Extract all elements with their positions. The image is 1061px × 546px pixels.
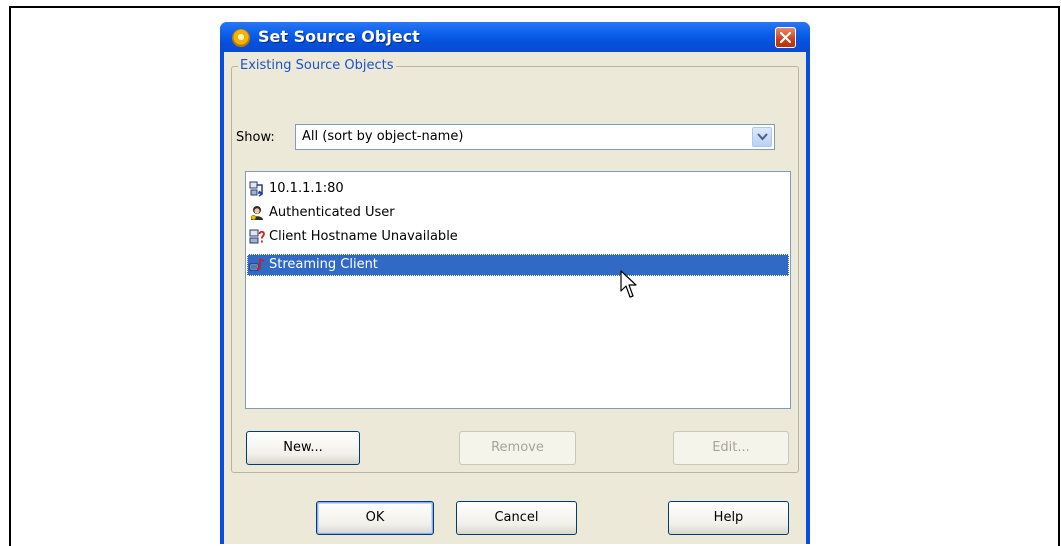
group-label: Existing Source Objects bbox=[238, 58, 396, 73]
list-item[interactable]: 10.1.1.1:80 bbox=[247, 178, 789, 200]
show-label: Show: bbox=[236, 130, 275, 145]
user-icon bbox=[250, 206, 263, 221]
source-objects-list[interactable]: 10.1.1.1:80 Authenticated User Client Ho… bbox=[245, 171, 791, 409]
list-item-label: Authenticated User bbox=[269, 205, 395, 220]
remove-button[interactable]: Remove bbox=[459, 431, 576, 465]
dialog-title: Set Source Object bbox=[258, 27, 420, 46]
list-item-label: Client Hostname Unavailable bbox=[269, 229, 458, 244]
close-icon bbox=[779, 31, 792, 44]
network-address-icon bbox=[249, 181, 264, 197]
ok-button[interactable]: OK bbox=[316, 501, 434, 535]
show-dropdown-value: All (sort by object-name) bbox=[302, 129, 464, 144]
app-icon bbox=[232, 29, 250, 47]
unknown-host-icon bbox=[249, 229, 265, 244]
list-item-label: 10.1.1.1:80 bbox=[269, 181, 344, 196]
chevron-down-icon bbox=[757, 133, 768, 141]
streaming-client-icon bbox=[249, 258, 265, 271]
list-item[interactable]: Authenticated User bbox=[247, 202, 789, 224]
mouse-pointer-icon bbox=[620, 270, 637, 298]
show-dropdown[interactable]: All (sort by object-name) bbox=[295, 124, 775, 150]
list-item-selected[interactable]: Streaming Client bbox=[247, 254, 789, 276]
dropdown-arrow-button[interactable] bbox=[752, 127, 772, 147]
close-button[interactable] bbox=[775, 27, 796, 48]
new-button[interactable]: New... bbox=[246, 431, 360, 465]
list-item[interactable]: Client Hostname Unavailable bbox=[247, 226, 789, 248]
cancel-button[interactable]: Cancel bbox=[456, 501, 577, 535]
list-item-label: Streaming Client bbox=[269, 257, 378, 272]
help-button[interactable]: Help bbox=[668, 501, 789, 535]
set-source-object-dialog: Set Source Object Existing Source Object… bbox=[220, 22, 810, 544]
edit-button[interactable]: Edit... bbox=[673, 431, 789, 465]
dialog-body: Existing Source Objects Show: All (sort … bbox=[224, 52, 806, 544]
title-bar[interactable]: Set Source Object bbox=[220, 22, 810, 52]
